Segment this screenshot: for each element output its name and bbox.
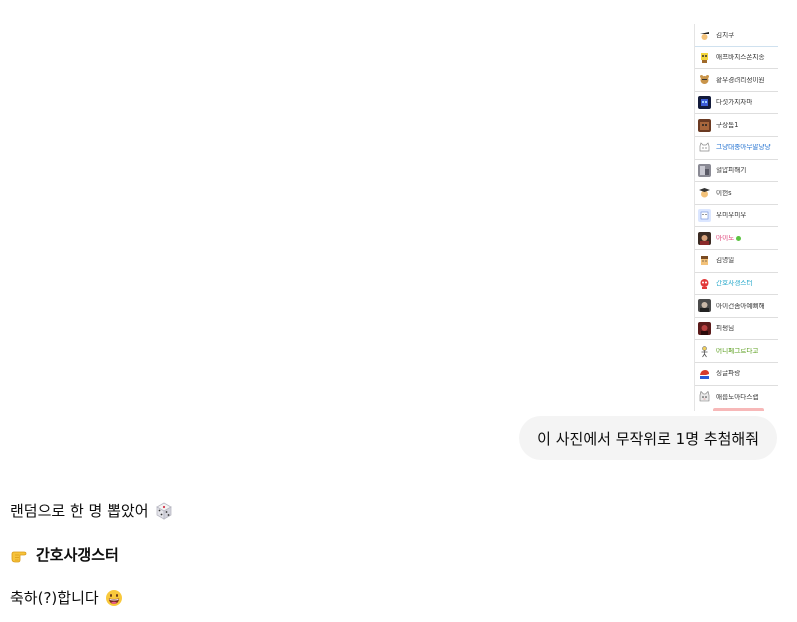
nickname-label: 김명일 — [716, 257, 735, 265]
nickname-label: 싱글파랑 — [716, 370, 741, 377]
nickname-row: 구상톰1 — [695, 114, 778, 137]
assistant-line3-text: 축하(?)합니다 — [10, 589, 99, 607]
nickname-row: 김치쿠 — [695, 24, 778, 47]
assistant-line-result: 랜덤으로 한 명 뽑았어 — [10, 500, 173, 521]
nickname-row: 그냥대충아무말냥냥 — [695, 137, 778, 160]
assistant-line-winner: 간호사갱스터 — [10, 544, 119, 565]
nickname-row: 김명일 — [695, 250, 778, 273]
photo-icon — [698, 163, 711, 177]
user-message-text: 이 사진에서 무작위로 1명 추첨해줘 — [537, 429, 759, 448]
nickname-row: 혈압피해기 — [695, 160, 778, 183]
nickname-label: 이헌s — [716, 189, 732, 197]
photo-dark-icon — [698, 231, 711, 245]
winner-name: 간호사갱스터 — [36, 546, 119, 564]
robot-icon — [698, 96, 711, 110]
nickname-row: 아이도 — [695, 227, 778, 250]
red-bird-icon — [698, 367, 711, 381]
nickname-label: 혈압피해기 — [716, 167, 747, 174]
grinning-face-icon — [105, 589, 123, 607]
sponge-icon — [698, 50, 711, 64]
nickname-label: 황우경려리정이원 — [716, 76, 765, 84]
stick-figure-icon — [698, 344, 711, 358]
cat-face-icon — [698, 390, 711, 404]
photo-red-icon — [698, 322, 711, 336]
attached-image[interactable]: 김치쿠애프바치스폰지송황우경려리정이원다섯가지자마구상톰1 그냥대충아무말냥냥혈압… — [694, 24, 778, 411]
nickname-label: 간호사갱스터 — [716, 280, 753, 287]
assistant-line-congrats: 축하(?)합니다 — [10, 587, 123, 608]
nickname-label: 아이도 — [716, 234, 735, 242]
nickname-label: 애룹도아다스랩 — [716, 393, 759, 401]
nickname-row: 우미우미우 — [695, 205, 778, 228]
cap-kid-icon — [698, 28, 711, 42]
grad-cap-icon — [698, 186, 711, 200]
nickname-row: 다섯가지자마 — [695, 92, 778, 115]
pixel-face-icon — [698, 209, 711, 223]
brown-box-icon — [698, 118, 711, 132]
dice-icon — [155, 502, 173, 520]
chat-thread: 김치쿠애프바치스폰지송황우경려리정이원다섯가지자마구상톰1 그냥대충아무말냥냥혈압… — [0, 0, 797, 622]
nickname-row: 아이건좀아예뻐해 — [695, 295, 778, 318]
nickname-label: 구상톰1 — [716, 121, 739, 129]
red-character-icon — [698, 276, 711, 290]
nickname-row: 간호사갱스터 — [695, 273, 778, 296]
nickname-row: 싱글파랑 — [695, 363, 778, 386]
nickname-row: 애룹도아다스랩 — [695, 386, 778, 409]
pointing-hand-icon — [10, 546, 28, 564]
nickname-label: 피펑님 — [716, 325, 735, 332]
online-status-icon — [736, 235, 742, 241]
assistant-line1-text: 랜덤으로 한 명 뽑았어 — [10, 502, 149, 520]
user-message-bubble: 이 사진에서 무작위로 1명 추첨해줘 — [519, 416, 777, 460]
photo-gray-icon — [698, 299, 711, 313]
nickname-label: 어니페그르다고 — [716, 347, 759, 355]
nickname-label: 그냥대충아무말냥냥 — [716, 144, 771, 152]
pixel-man-icon — [698, 254, 711, 268]
nickname-label: 우미우미우 — [716, 212, 747, 219]
nickname-label: 다섯가지자마 — [716, 99, 753, 106]
bear-icon — [698, 73, 711, 87]
nickname-label: 애프바치스폰지송 — [716, 54, 765, 61]
nickname-row: 애프바치스폰지송 — [695, 47, 778, 70]
nickname-row: 황우경려리정이원 — [695, 69, 778, 92]
nickname-label: 아이건좀아예뻐해 — [716, 302, 765, 310]
cat-sketch-icon — [698, 141, 711, 155]
nickname-row: 이헌s — [695, 182, 778, 205]
nickname-row: 피펑님 — [695, 318, 778, 341]
nickname-label: 김치쿠 — [716, 31, 735, 39]
nickname-row: 어니페그르다고 — [695, 340, 778, 363]
